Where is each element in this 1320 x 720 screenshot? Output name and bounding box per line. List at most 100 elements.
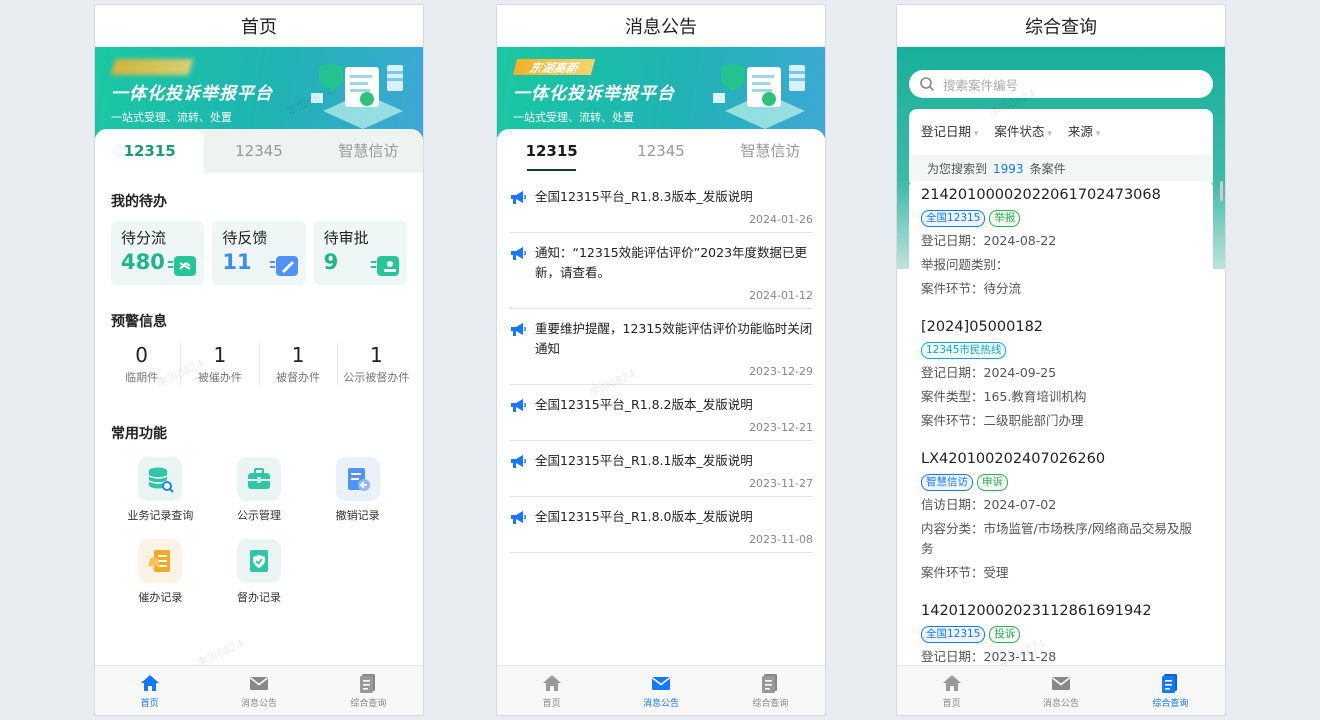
tab-zhihuixinfang[interactable]: 智慧信访 bbox=[716, 129, 825, 173]
banner-title: 一体化投诉举报平台 bbox=[513, 84, 675, 104]
func-label: 业务记录查询 bbox=[127, 509, 194, 522]
case-card[interactable]: 214201000020220617024730​68 全国12315 举报 登记… bbox=[909, 181, 1213, 307]
warning-item-urged[interactable]: 1 被催办件 bbox=[181, 343, 260, 385]
nav-label: 消息公告 bbox=[642, 698, 679, 709]
case-id: 14201200020231128616919​42 bbox=[921, 603, 1152, 619]
tab-12345[interactable]: 12345 bbox=[606, 129, 715, 173]
todo-label: 待反馈 bbox=[222, 229, 268, 247]
case-field: 登记日期：2023-11-28 bbox=[921, 649, 1057, 664]
filter-case-status[interactable]: 案件状态 bbox=[994, 121, 1051, 140]
tab-12345[interactable]: 12345 bbox=[204, 129, 313, 173]
nav-query[interactable]: 综合查询 bbox=[716, 666, 825, 715]
home-icon bbox=[140, 674, 159, 691]
case-field: 举报问题类别： bbox=[921, 257, 1009, 272]
todo-card-pending-divert[interactable]: 待分流 480 bbox=[111, 221, 205, 285]
warning-count: 1 bbox=[213, 343, 227, 367]
nav-label: 首页 bbox=[942, 698, 961, 709]
notice-item[interactable]: 通知：“12315效能评估评价”2023年度数据已更新，请查看。 2024-01… bbox=[509, 233, 813, 309]
nav-query[interactable]: 综合查询 bbox=[314, 666, 423, 715]
functions-section-title: 常用功能 bbox=[111, 426, 167, 442]
warning-label: 公示被督办件 bbox=[343, 371, 410, 384]
share-icon bbox=[168, 256, 197, 276]
notice-item[interactable]: 重要维护提醒，12315效能评估评价功能临时关闭通知 2023-12-29 bbox=[509, 309, 813, 385]
warning-item-public-supervised[interactable]: 1 公示被督办件 bbox=[338, 343, 415, 385]
nav-home[interactable]: 首页 bbox=[497, 666, 606, 715]
platform-banner: 东湖高新 一体化投诉举报平台 一站式受理、流转、处置 bbox=[497, 47, 825, 137]
case-card[interactable]: 14201200020231128616919​42 全国12315 投诉 登记日… bbox=[909, 597, 1213, 665]
case-id: 214201000020220617024730​68 bbox=[921, 187, 1161, 203]
func-publicity-management[interactable]: 公示管理 bbox=[210, 457, 309, 523]
bottom-nav: 首页 消息公告 综合查询 bbox=[95, 665, 423, 715]
home-screen: 首页 一体化投诉举报平台 一站式受理、流转、处置 12315 12345 智慧信… bbox=[94, 4, 424, 716]
nav-label: 消息公告 bbox=[240, 698, 277, 709]
notice-item[interactable]: 全国12315平台_R1.8.3版本_发版说明 2024-01-26 bbox=[509, 177, 813, 233]
warning-label: 临期件 bbox=[125, 371, 159, 384]
scrollbar[interactable] bbox=[1220, 181, 1223, 201]
warning-section-title: 预警信息 bbox=[111, 314, 167, 330]
case-field: 案件环节：二级职能部门办理 bbox=[921, 413, 1084, 428]
banner-illustration-icon bbox=[311, 63, 403, 129]
notice-item[interactable]: 全国12315平台_R1.8.0版本_发版说明 2023-11-08 bbox=[509, 497, 813, 553]
warning-count: 1 bbox=[370, 343, 383, 367]
case-card[interactable]: [2024]05000182 12345市民热线 登记日期：2024-09-25… bbox=[909, 313, 1213, 439]
nav-home[interactable]: 首页 bbox=[897, 666, 1006, 715]
notice-date: 2023-11-27 bbox=[749, 477, 813, 490]
tab-12315[interactable]: 12315 bbox=[497, 129, 606, 173]
warning-item-expiring[interactable]: 0 临期件 bbox=[103, 343, 182, 385]
home-icon bbox=[542, 674, 561, 691]
todo-section-title: 我的待办 bbox=[111, 194, 167, 210]
tab-zhihuixinfang[interactable]: 智慧信访 bbox=[314, 129, 423, 173]
func-urge-records[interactable]: 催办记录 bbox=[111, 539, 210, 605]
func-label: 督办记录 bbox=[236, 591, 281, 604]
nav-messages[interactable]: 消息公告 bbox=[1006, 666, 1115, 715]
search-input[interactable]: 搜索案件编号 bbox=[909, 70, 1213, 98]
page-title: 消息公告 bbox=[497, 5, 825, 47]
found-prefix: 为您搜索到 bbox=[927, 162, 988, 176]
warning-count: 0 bbox=[135, 343, 148, 367]
notice-date: 2024-01-12 bbox=[749, 289, 813, 302]
todo-card-pending-feedback[interactable]: 待反馈 11 bbox=[212, 221, 306, 285]
warning-item-supervised[interactable]: 1 被督办件 bbox=[260, 343, 338, 385]
mail-icon bbox=[1051, 676, 1070, 690]
megaphone-icon bbox=[511, 323, 526, 336]
megaphone-icon bbox=[511, 455, 526, 468]
func-supervise-records[interactable]: 督办记录 bbox=[210, 539, 309, 605]
filter-source[interactable]: 来源 bbox=[1068, 121, 1100, 140]
result-count-bar: 为您搜索到 1993 条案件 bbox=[909, 155, 1213, 183]
notice-text: 全国12315平台_R1.8.3版本_发版说明 bbox=[535, 189, 753, 204]
notice-list: 全国12315平台_R1.8.3版本_发版说明 2024-01-26 通知：“1… bbox=[497, 177, 825, 553]
nav-label: 综合查询 bbox=[1152, 698, 1189, 709]
notice-date: 2023-11-08 bbox=[749, 533, 813, 546]
type-badge: 举报 bbox=[989, 210, 1021, 227]
func-revoke-records[interactable]: 撤销记录 bbox=[308, 457, 407, 523]
notice-item[interactable]: 全国12315平台_R1.8.1版本_发版说明 2023-11-27 bbox=[509, 441, 813, 497]
case-id: [2024]05000182 bbox=[921, 319, 1044, 335]
notice-item[interactable]: 全国12315平台_R1.8.2版本_发版说明 2023-12-21 bbox=[509, 385, 813, 441]
todo-card-pending-approval[interactable]: 待审批 9 bbox=[313, 221, 407, 285]
func-label: 公示管理 bbox=[236, 509, 281, 522]
platform-banner: 一体化投诉举报平台 一站式受理、流转、处置 bbox=[95, 47, 423, 137]
mail-icon bbox=[651, 676, 670, 690]
nav-messages[interactable]: 消息公告 bbox=[204, 666, 313, 715]
notice-text: 全国12315平台_R1.8.0版本_发版说明 bbox=[535, 509, 753, 524]
func-label: 撤销记录 bbox=[335, 509, 380, 522]
filter-register-date[interactable]: 登记日期 bbox=[921, 121, 978, 140]
nav-label: 首页 bbox=[542, 698, 561, 709]
tab-12315[interactable]: 12315 bbox=[95, 129, 205, 173]
page-title: 综合查询 bbox=[897, 5, 1225, 47]
nav-messages[interactable]: 消息公告 bbox=[606, 666, 715, 715]
megaphone-icon bbox=[511, 191, 526, 204]
banner-illustration-icon bbox=[713, 63, 805, 129]
func-business-record-query[interactable]: 业务记录查询 bbox=[111, 457, 210, 523]
source-badge: 全国12315 bbox=[921, 210, 986, 227]
search-placeholder: 搜索案件编号 bbox=[943, 77, 1019, 93]
pen-icon bbox=[269, 256, 298, 276]
notice-text: 全国12315平台_R1.8.1版本_发版说明 bbox=[535, 453, 753, 468]
nav-query[interactable]: 综合查询 bbox=[1116, 666, 1225, 715]
case-field: 案件环节：待分流 bbox=[921, 281, 1022, 296]
case-field: 案件环节：受理 bbox=[921, 565, 1009, 580]
warning-count: 1 bbox=[291, 343, 305, 367]
nav-home[interactable]: 首页 bbox=[95, 666, 204, 715]
todo-label: 待审批 bbox=[323, 229, 369, 247]
case-card[interactable]: LX420100202407026260 智慧信访 申诉 信访日期：2024-07… bbox=[909, 445, 1213, 591]
